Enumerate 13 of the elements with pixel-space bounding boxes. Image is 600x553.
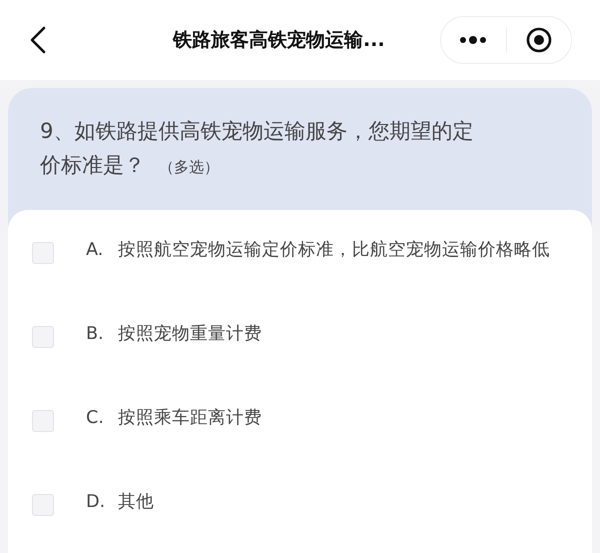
close-icon[interactable]: [524, 26, 553, 54]
option-label: A. 按照航空宠物运输定价标准，比航空宠物运输价格略低: [86, 239, 551, 262]
checkbox[interactable]: [32, 410, 54, 432]
option-label: B. 按照宠物重量计费: [86, 323, 263, 346]
back-icon[interactable]: [28, 25, 48, 55]
option-label: C. 按照乘车距离计费: [86, 407, 263, 430]
more-icon[interactable]: [458, 35, 488, 45]
question-text: 9、如铁路提供高铁宠物运输服务，您期望的定价标准是？ （多选）: [40, 118, 474, 179]
checkbox[interactable]: [32, 242, 54, 264]
option-label: D. 其他: [86, 491, 155, 514]
checkbox[interactable]: [32, 326, 54, 348]
page-title: 铁路旅客高铁宠物运输...: [173, 28, 385, 53]
checkbox[interactable]: [32, 494, 54, 516]
